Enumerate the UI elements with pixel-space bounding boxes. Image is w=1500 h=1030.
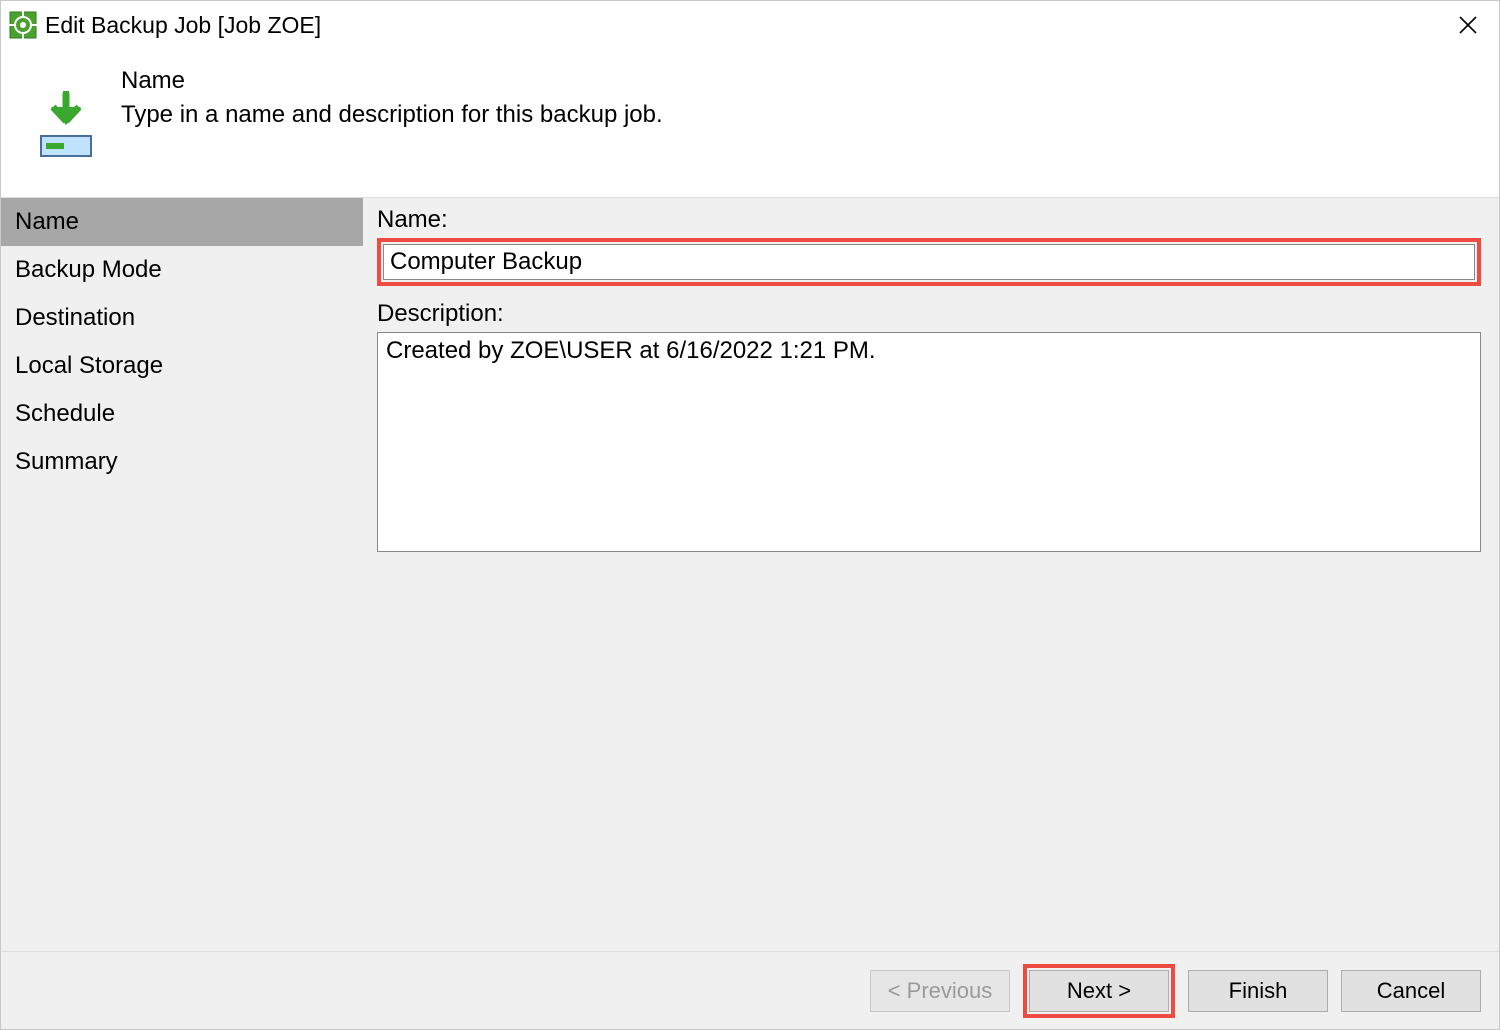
sidebar-item-destination[interactable]: Destination (1, 294, 363, 342)
sidebar-item-backup-mode[interactable]: Backup Mode (1, 246, 363, 294)
wizard-body: Name Backup Mode Destination Local Stora… (1, 197, 1499, 951)
download-arrow-icon (43, 91, 89, 131)
sidebar-item-schedule[interactable]: Schedule (1, 390, 363, 438)
wizard-header: Name Type in a name and description for … (1, 49, 1499, 197)
name-highlight-box (377, 238, 1481, 286)
wizard-step-description: Type in a name and description for this … (121, 101, 1479, 129)
wizard-step-title: Name (121, 67, 1479, 95)
close-icon (1459, 16, 1477, 34)
titlebar: Edit Backup Job [Job ZOE] (1, 1, 1499, 49)
sidebar-item-summary[interactable]: Summary (1, 438, 363, 486)
name-label: Name: (377, 206, 1481, 234)
wizard-header-text: Name Type in a name and description for … (101, 67, 1479, 161)
next-button[interactable]: Next > (1029, 970, 1169, 1012)
cancel-button[interactable]: Cancel (1341, 970, 1481, 1012)
sidebar-item-local-storage[interactable]: Local Storage (1, 342, 363, 390)
wizard-sidebar: Name Backup Mode Destination Local Stora… (1, 198, 363, 951)
dialog-window: Edit Backup Job [Job ZOE] Name Type in a… (0, 0, 1500, 1030)
name-input[interactable] (383, 244, 1475, 280)
next-highlight-box: Next > (1023, 964, 1175, 1018)
finish-button[interactable]: Finish (1188, 970, 1328, 1012)
sidebar-item-name[interactable]: Name (1, 198, 363, 246)
description-textarea[interactable] (377, 332, 1481, 552)
previous-button: < Previous (870, 970, 1010, 1012)
app-icon (9, 11, 37, 39)
close-button[interactable] (1445, 3, 1491, 47)
wizard-content: Name: Description: (363, 198, 1499, 951)
wizard-step-icon (31, 67, 101, 161)
drive-icon (40, 135, 92, 157)
window-title: Edit Backup Job [Job ZOE] (45, 12, 1445, 39)
description-label: Description: (377, 300, 1481, 328)
wizard-footer: < Previous Next > Finish Cancel (1, 951, 1499, 1029)
